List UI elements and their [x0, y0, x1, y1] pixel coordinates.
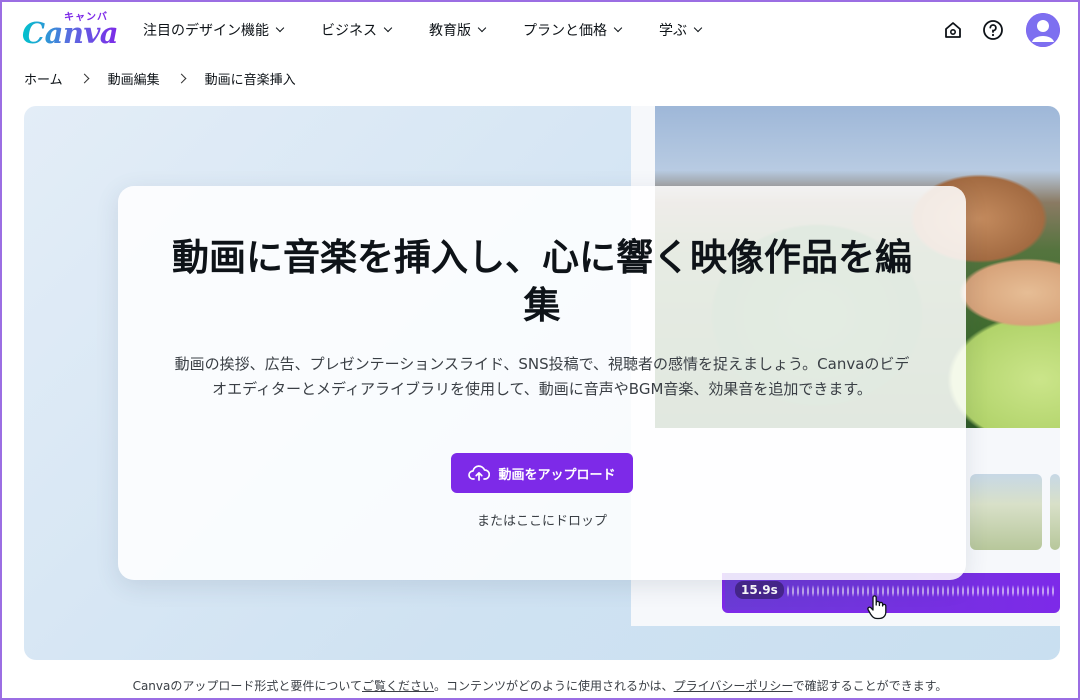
page-title: 動画に音楽を挿入し、心に響く映像作品を編集 [172, 236, 912, 327]
nav-learn[interactable]: 学ぶ [659, 20, 703, 40]
upload-card: 動画に音楽を挿入し、心に響く映像作品を編集 動画の挨拶、広告、プレゼンテーション… [118, 186, 966, 580]
avatar[interactable] [1026, 13, 1060, 47]
breadcrumb: ホーム 動画編集 動画に音楽挿入 [24, 69, 296, 88]
nav-label: ビジネス [321, 23, 377, 39]
cloud-upload-icon [468, 465, 491, 481]
help-button[interactable] [976, 13, 1010, 47]
logo-wordmark: Canva [22, 16, 119, 50]
footer-text: 。コンテンツがどのように使用されるかは、 [434, 679, 674, 693]
header-actions [930, 13, 1060, 47]
nav-featured-design[interactable]: 注目のデザイン機能 [143, 20, 285, 40]
hand-cursor-icon [866, 594, 888, 624]
timeline-thumbnail [970, 474, 1042, 550]
nav-label: 学ぶ [659, 23, 687, 39]
footer-text: Canvaのアップロード形式と要件について [132, 679, 363, 693]
nav-label: 注目のデザイン機能 [143, 23, 269, 39]
top-header: キャンバ Canva 注目のデザイン機能 ビジネス 教育版 プランと価格 学ぶ [0, 0, 1080, 62]
privacy-policy-link[interactable]: プライバシーポリシー [674, 679, 793, 693]
hero-description: 動画の挨拶、広告、プレゼンテーションスライド、SNS投稿で、視聴者の感情を捉えま… [174, 355, 910, 398]
main-nav: 注目のデザイン機能 ビジネス 教育版 プランと価格 学ぶ [143, 20, 739, 40]
audio-duration-badge: 15.9s [735, 581, 784, 599]
hero-section: 15.9s 動画に音楽を挿入し、心に響く映像作品を編集 動画の挨拶、広告、プレゼ… [24, 106, 1060, 660]
nav-label: 教育版 [429, 23, 471, 39]
nav-label: プランと価格 [523, 23, 607, 39]
chevron-down-icon [477, 23, 487, 33]
chevron-down-icon [693, 23, 703, 33]
canva-logo[interactable]: キャンバ Canva [22, 8, 119, 50]
nav-business[interactable]: ビジネス [321, 20, 393, 40]
footer-text: で確認することができます。 [792, 679, 948, 693]
waveform-bars [787, 581, 1057, 601]
chevron-right-icon [79, 73, 90, 84]
drop-zone-hint: またはここにドロップ [476, 514, 607, 529]
breadcrumb-home[interactable]: ホーム [24, 69, 63, 88]
breadcrumb-current: 動画に音楽挿入 [204, 73, 296, 88]
upload-video-button[interactable]: 動画をアップロード [451, 453, 633, 493]
requirements-link[interactable]: ご覧ください [362, 679, 434, 693]
chevron-right-icon [176, 73, 187, 84]
chevron-down-icon [383, 23, 393, 33]
user-icon [1026, 13, 1060, 47]
nav-pricing[interactable]: プランと価格 [523, 20, 623, 40]
home-icon [945, 22, 961, 38]
upload-button-label: 動画をアップロード [498, 466, 616, 482]
breadcrumb-video-editing[interactable]: 動画編集 [108, 69, 160, 88]
chevron-down-icon [613, 23, 623, 33]
chevron-down-icon [275, 23, 285, 33]
timeline-thumbnail [1050, 474, 1060, 550]
help-icon [983, 20, 1003, 40]
home-button[interactable] [936, 13, 970, 47]
upload-requirements-note: Canvaのアップロード形式と要件についてご覧ください。コンテンツがどのように使… [0, 677, 1080, 694]
nav-education[interactable]: 教育版 [429, 20, 487, 40]
